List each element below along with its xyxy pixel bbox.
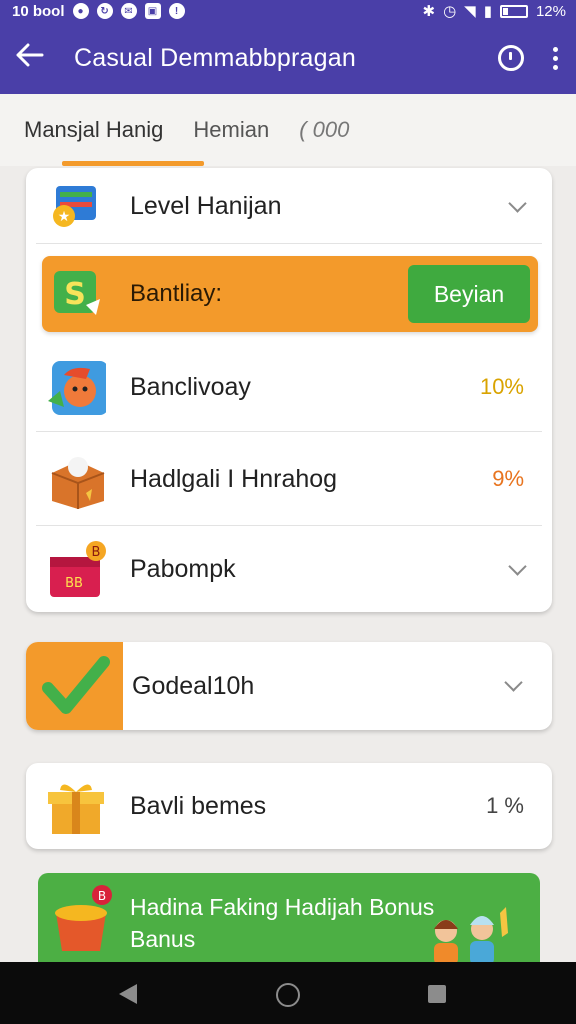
tab-bar: Mansjal Hanig Hemian ( 000 [0, 94, 576, 166]
help-search-icon[interactable] [498, 45, 524, 71]
tab-hemian[interactable]: Hemian [193, 117, 269, 143]
list-item-level[interactable]: ★ Level Hanijan [26, 168, 552, 244]
back-arrow-icon[interactable] [16, 41, 56, 75]
dollar-icon: S [52, 269, 102, 319]
promo-label: Bantliay: [130, 280, 223, 307]
info-icon: ! [168, 3, 185, 19]
notification-icon: ● [72, 3, 89, 19]
percent-value: 10% [479, 374, 524, 399]
chevron-down-icon[interactable] [508, 556, 527, 576]
gift-box-icon [46, 449, 106, 509]
list-item-label: Bavli bemes [130, 791, 267, 820]
promo-row[interactable]: S Bantliay: Beyian [42, 256, 538, 332]
svg-text:B: B [92, 545, 101, 560]
tab-active-indicator [62, 161, 204, 166]
chevron-down-icon[interactable] [504, 673, 523, 692]
level-icon: ★ [46, 176, 106, 236]
checkmark-icon [26, 642, 123, 730]
message-icon: ✉ [120, 3, 137, 19]
svg-text:★: ★ [58, 208, 71, 224]
list-item-label: Pabompk [130, 554, 236, 583]
percent-value: 9% [492, 466, 524, 491]
list-item-banclivoay[interactable]: Banclivoay 10% [26, 342, 552, 432]
photo-icon: ▣ [144, 3, 161, 19]
tab-counter[interactable]: ( 000 [299, 117, 349, 143]
signal-icon: ▮ [483, 3, 492, 20]
promo-button[interactable]: Beyian [408, 265, 530, 323]
avatar-fox-icon [46, 357, 108, 417]
list-item-hadlgali[interactable]: Hadlgali I Hnrahog 9% [26, 432, 552, 526]
red-gift-icon: B BB [46, 539, 106, 599]
nav-recents-icon[interactable] [428, 985, 446, 1003]
tab-mansjal-hanig[interactable]: Mansjal Hanig [24, 117, 163, 143]
app-bar: Casual Demmabbpragan [0, 22, 576, 94]
percent-value: 1 % [486, 793, 524, 818]
rewards-card: ★ Level Hanijan Banclivoay 10% Hadlgali … [26, 168, 552, 612]
chevron-down-icon[interactable] [508, 193, 527, 213]
alarm-icon: ◷ [443, 3, 457, 20]
more-vert-icon[interactable] [550, 46, 560, 70]
bonus-banner[interactable]: B Hadina Faking Hadijah Bonus Banus [38, 873, 540, 965]
nav-home-icon[interactable] [276, 983, 300, 1007]
wifi-icon: ◥ [464, 3, 476, 20]
battery-icon [499, 4, 528, 18]
page-title: Casual Demmabbpragan [74, 43, 356, 72]
list-item-pabompk[interactable]: B BB Pabompk [26, 526, 552, 612]
banner-text: Hadina Faking Hadijah Bonus Banus [130, 894, 435, 952]
svg-text:BB: BB [65, 576, 83, 591]
sync-icon: ↻ [96, 3, 113, 19]
bonus-card[interactable]: Bavli bemes 1 % [26, 763, 552, 849]
bluetooth-icon: ✱ [422, 3, 436, 20]
list-item-label: Banclivoay [130, 372, 251, 401]
battery-percent: 12% [535, 2, 566, 20]
svg-text:B: B [98, 889, 106, 903]
list-item-label: Hadlgali I Hnrahog [130, 464, 338, 493]
status-left-text: 10 bool [12, 2, 65, 20]
godeal-card[interactable]: Godeal10h [26, 642, 552, 730]
nav-back-icon[interactable] [119, 984, 137, 1004]
list-item-label: Level Hanijan [130, 191, 282, 220]
status-bar: 10 bool ● ↻ ✉ ▣ ! ✱ ◷ ◥ ▮ 12% [0, 0, 576, 22]
treasure-pot-icon: B [48, 885, 118, 960]
list-item-label: Godeal10h [132, 671, 255, 700]
people-illustration-icon [420, 903, 510, 965]
yellow-gift-icon [46, 776, 106, 836]
svg-text:S: S [64, 277, 86, 312]
